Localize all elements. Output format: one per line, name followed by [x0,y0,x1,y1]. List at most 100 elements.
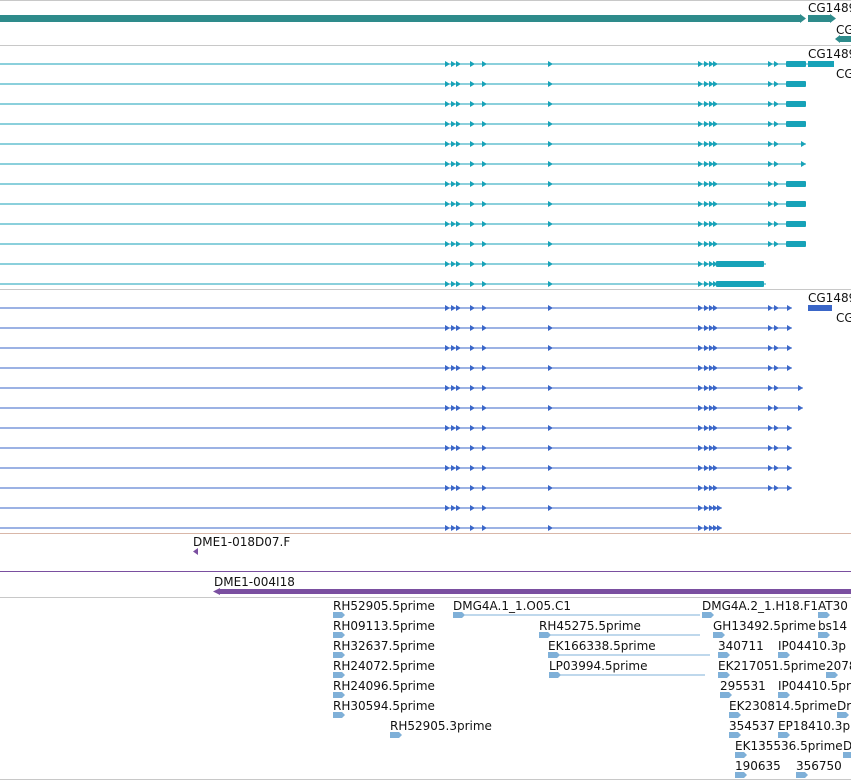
est-label[interactable]: 354537 [729,719,775,733]
transcript-row[interactable] [0,405,803,411]
transcript-row[interactable] [0,325,792,331]
exon-arrow [548,305,553,311]
transcript-row[interactable] [0,305,792,311]
transcript-row[interactable] [0,281,766,287]
transcript-row[interactable] [0,525,722,531]
est-label[interactable]: bs14 [818,619,847,633]
est-label[interactable]: RH45275.5prime [539,619,641,633]
exon-arrow [445,505,450,511]
transcript-row[interactable] [0,505,722,511]
exon-arrow [698,385,703,391]
exon-arrow [768,161,773,167]
est-label[interactable]: GH13492.5prime [713,619,816,633]
exon-arrow [456,345,461,351]
clone-label[interactable]: DME1-018D07.F [193,535,290,549]
exon-arrow [774,121,779,127]
est-label[interactable]: RH09113.5prime [333,619,435,633]
exon-arrow [768,101,773,107]
est-label[interactable]: DMG4A.1_1.O05.C1 [453,599,571,613]
est-label[interactable]: RH32637.5prime [333,639,435,653]
est-label[interactable]: IP04410.5prime [778,679,851,693]
exon-arrow [456,181,461,187]
transcript-row[interactable] [0,201,806,207]
est-label[interactable]: EK135536.5prime [735,739,843,753]
est-label[interactable]: EK166338.5prime [548,639,656,653]
exon-arrow [713,465,718,471]
exon-arrow [451,465,456,471]
exon-arrow [704,525,709,531]
exon-block[interactable] [786,221,806,227]
est-label[interactable]: 2078 [826,659,851,673]
transcript-row[interactable] [0,181,806,187]
exon-arrow [456,305,461,311]
transcript-row[interactable] [0,61,808,67]
est-label[interactable]: RH24072.5prime [333,659,435,673]
est-label[interactable]: 356750 [796,759,842,773]
exon-block[interactable] [716,281,764,287]
exon-block[interactable] [786,241,806,247]
gene-feature[interactable] [808,15,830,22]
protein-label[interactable]: CG1489 [808,291,851,305]
exon-block[interactable] [786,101,806,107]
transcript-row[interactable] [0,221,806,227]
mrna-label[interactable]: CG [836,67,851,81]
transcript-row[interactable] [0,385,803,391]
est-label[interactable]: IP04410.3p [778,639,846,653]
exon-arrow [704,161,709,167]
exon-arrow [698,465,703,471]
clone-feature[interactable] [193,548,198,555]
est-label[interactable]: RH52905.3prime [390,719,492,733]
exon-arrow [774,385,779,391]
est-label[interactable]: RH52905.5prime [333,599,435,613]
transcript-row[interactable] [0,261,766,267]
transcript-row[interactable] [0,425,792,431]
exon-block[interactable] [808,61,834,67]
gene-label[interactable]: CG [836,23,851,37]
transcript-row[interactable] [0,365,792,371]
transcript-row[interactable] [0,81,806,87]
exon-block[interactable] [786,81,806,87]
est-label[interactable]: EP18410.3p [778,719,850,733]
exon-block[interactable] [716,261,764,267]
protein-label[interactable]: CG [836,311,851,325]
exon-arrow [774,61,779,67]
exon-block[interactable] [786,61,806,67]
est-feature[interactable] [843,752,851,758]
exon-block[interactable] [808,305,832,311]
gene-feature[interactable] [0,15,800,22]
transcript-row[interactable] [0,141,806,147]
est-label[interactable]: RH24096.5prime [333,679,435,693]
transcript-row[interactable] [0,445,792,451]
est-label[interactable]: DMG4A.2_1.H18.F1 [702,599,818,613]
exon-block[interactable] [786,181,806,187]
exon-arrow [768,425,773,431]
clone-label[interactable]: DME1-004I18 [214,575,295,589]
exon-block[interactable] [786,121,806,127]
transcript-row[interactable] [0,241,806,247]
est-label[interactable]: 340711 [718,639,764,653]
est-label[interactable]: EK230814.5prime [729,699,837,713]
transcript-row[interactable] [0,101,806,107]
transcript-row[interactable] [0,465,792,471]
est-label[interactable]: AT30 [818,599,848,613]
exon-arrow [548,505,553,511]
exon-arrow [698,405,703,411]
transcript-row[interactable] [0,121,806,127]
transcript-row[interactable] [0,345,792,351]
exon-arrow [456,405,461,411]
est-label[interactable]: EK217051.5prime [718,659,826,673]
est-label[interactable]: D [843,739,851,753]
est-label[interactable]: 295531 [720,679,766,693]
exon-block[interactable] [786,201,806,207]
est-label[interactable]: 190635 [735,759,781,773]
transcript-row[interactable] [0,485,792,491]
clone-feature[interactable] [220,589,851,594]
transcript-row[interactable] [0,161,806,167]
mrna-label[interactable]: CG1489 [808,47,851,61]
est-label[interactable]: Dr [837,699,851,713]
est-label[interactable]: RH30594.5prime [333,699,435,713]
est-label[interactable]: LP03994.5prime [549,659,648,673]
exon-arrow [698,505,703,511]
exon-arrow [470,465,475,471]
gene-label[interactable]: CG1489 [808,1,851,15]
